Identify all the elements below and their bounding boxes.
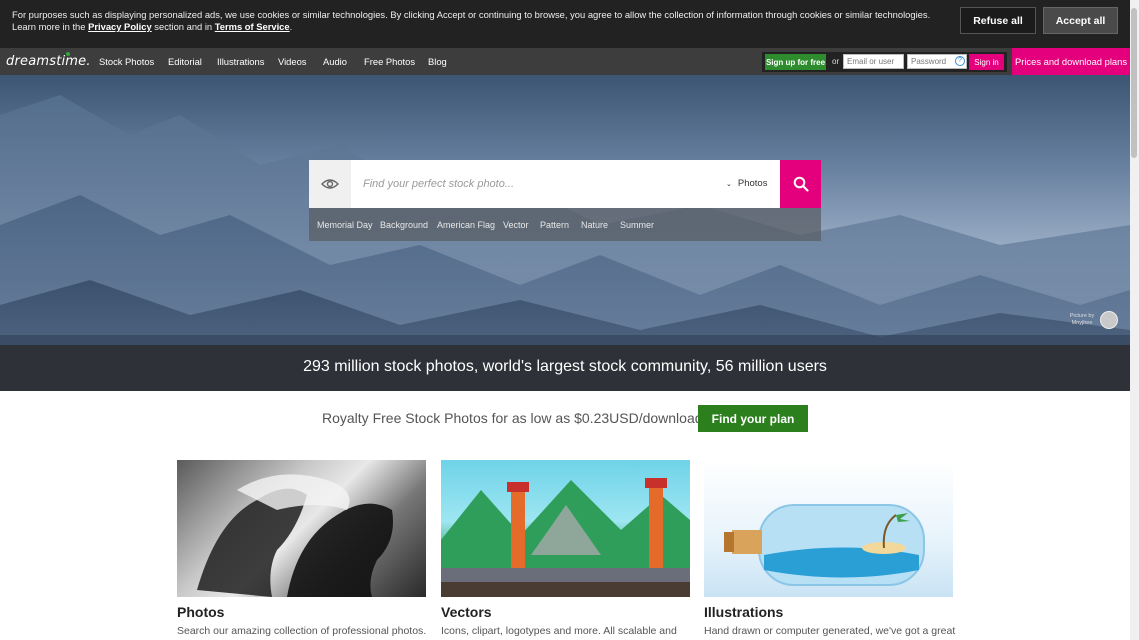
visual-search-button[interactable] bbox=[309, 160, 351, 208]
nav-audio[interactable]: Audio bbox=[323, 56, 347, 67]
photos-card-description: Search our amazing collection of profess… bbox=[177, 625, 427, 637]
sign-up-button[interactable]: Sign up for free bbox=[765, 54, 826, 70]
dreamstime-logo[interactable]: dreamstime. bbox=[6, 54, 91, 69]
help-icon[interactable]: ? bbox=[955, 56, 965, 66]
cookie-notice-text: For purposes such as displaying personal… bbox=[12, 9, 942, 33]
scrollbar-thumb[interactable] bbox=[1131, 8, 1137, 158]
suggestion-american-flag[interactable]: American Flag bbox=[437, 220, 495, 230]
photos-card-title[interactable]: Photos bbox=[177, 604, 224, 620]
suggestion-pattern[interactable]: Pattern bbox=[540, 220, 569, 230]
or-label: or bbox=[832, 57, 840, 66]
find-your-plan-button[interactable]: Find your plan bbox=[698, 405, 808, 432]
refuse-all-button[interactable]: Refuse all bbox=[960, 7, 1036, 34]
royalty-free-text: Royalty Free Stock Photos for as low as … bbox=[322, 410, 747, 426]
game-landscape-image bbox=[441, 478, 690, 597]
suggestion-memorial-day[interactable]: Memorial Day bbox=[317, 220, 373, 230]
privacy-policy-link[interactable]: Privacy Policy bbox=[88, 21, 152, 32]
chevron-down-icon: ⌄ bbox=[726, 181, 732, 188]
sign-in-button[interactable]: Sign in bbox=[969, 54, 1004, 70]
terms-of-service-link[interactable]: Terms of Service bbox=[215, 21, 290, 32]
logo-dot-icon bbox=[66, 52, 70, 56]
prices-and-download-plans-button[interactable]: Prices and download plans bbox=[1012, 48, 1130, 75]
cookie-banner: For purposes such as displaying personal… bbox=[0, 0, 1130, 48]
cookie-text-part2: section and in bbox=[151, 21, 215, 32]
cookie-text-part3: . bbox=[289, 21, 293, 32]
accept-all-button[interactable]: Accept all bbox=[1043, 7, 1118, 34]
nav-videos[interactable]: Videos bbox=[278, 56, 307, 67]
illustrations-card-title[interactable]: Illustrations bbox=[704, 604, 783, 620]
eye-icon bbox=[321, 179, 339, 189]
search-input[interactable]: Find your perfect stock photo... bbox=[363, 178, 514, 190]
nav-free-photos[interactable]: Free Photos bbox=[364, 56, 415, 67]
credit-label: Picture by bbox=[1069, 313, 1095, 319]
stats-text: 293 million stock photos, world's larges… bbox=[303, 358, 827, 375]
suggestion-nature[interactable]: Nature bbox=[581, 220, 608, 230]
avatar[interactable] bbox=[1100, 311, 1118, 329]
suggestion-vector[interactable]: Vector bbox=[503, 220, 529, 230]
vectors-card-image[interactable] bbox=[441, 460, 690, 597]
nav-illustrations[interactable]: Illustrations bbox=[217, 56, 264, 67]
photos-card-image[interactable] bbox=[177, 460, 426, 597]
nav-blog[interactable]: Blog bbox=[428, 56, 447, 67]
search-button[interactable] bbox=[780, 160, 821, 208]
suggestion-summer[interactable]: Summer bbox=[620, 220, 654, 230]
vectors-card-title[interactable]: Vectors bbox=[441, 604, 492, 620]
email-field[interactable]: Email or user bbox=[843, 54, 904, 69]
nav-stock-photos[interactable]: Stock Photos bbox=[99, 56, 154, 67]
picture-credit[interactable]: Picture by Mnyjhee bbox=[1066, 313, 1098, 327]
horses-image bbox=[197, 474, 393, 597]
suggestion-background[interactable]: Background bbox=[380, 220, 428, 230]
credit-author: Mnyjhee bbox=[1071, 320, 1093, 326]
vectors-card-description: Icons, clipart, logotypes and more. All … bbox=[441, 625, 677, 637]
nav-editorial[interactable]: Editorial bbox=[168, 56, 202, 67]
illustrations-card-image[interactable] bbox=[704, 460, 953, 597]
bottle-island-image bbox=[724, 504, 925, 586]
search-icon bbox=[793, 176, 809, 192]
search-type-dropdown[interactable]: ⌄ Photos bbox=[726, 178, 767, 189]
search-type-label: Photos bbox=[737, 178, 768, 189]
illustrations-card-description: Hand drawn or computer generated, we've … bbox=[704, 625, 956, 637]
